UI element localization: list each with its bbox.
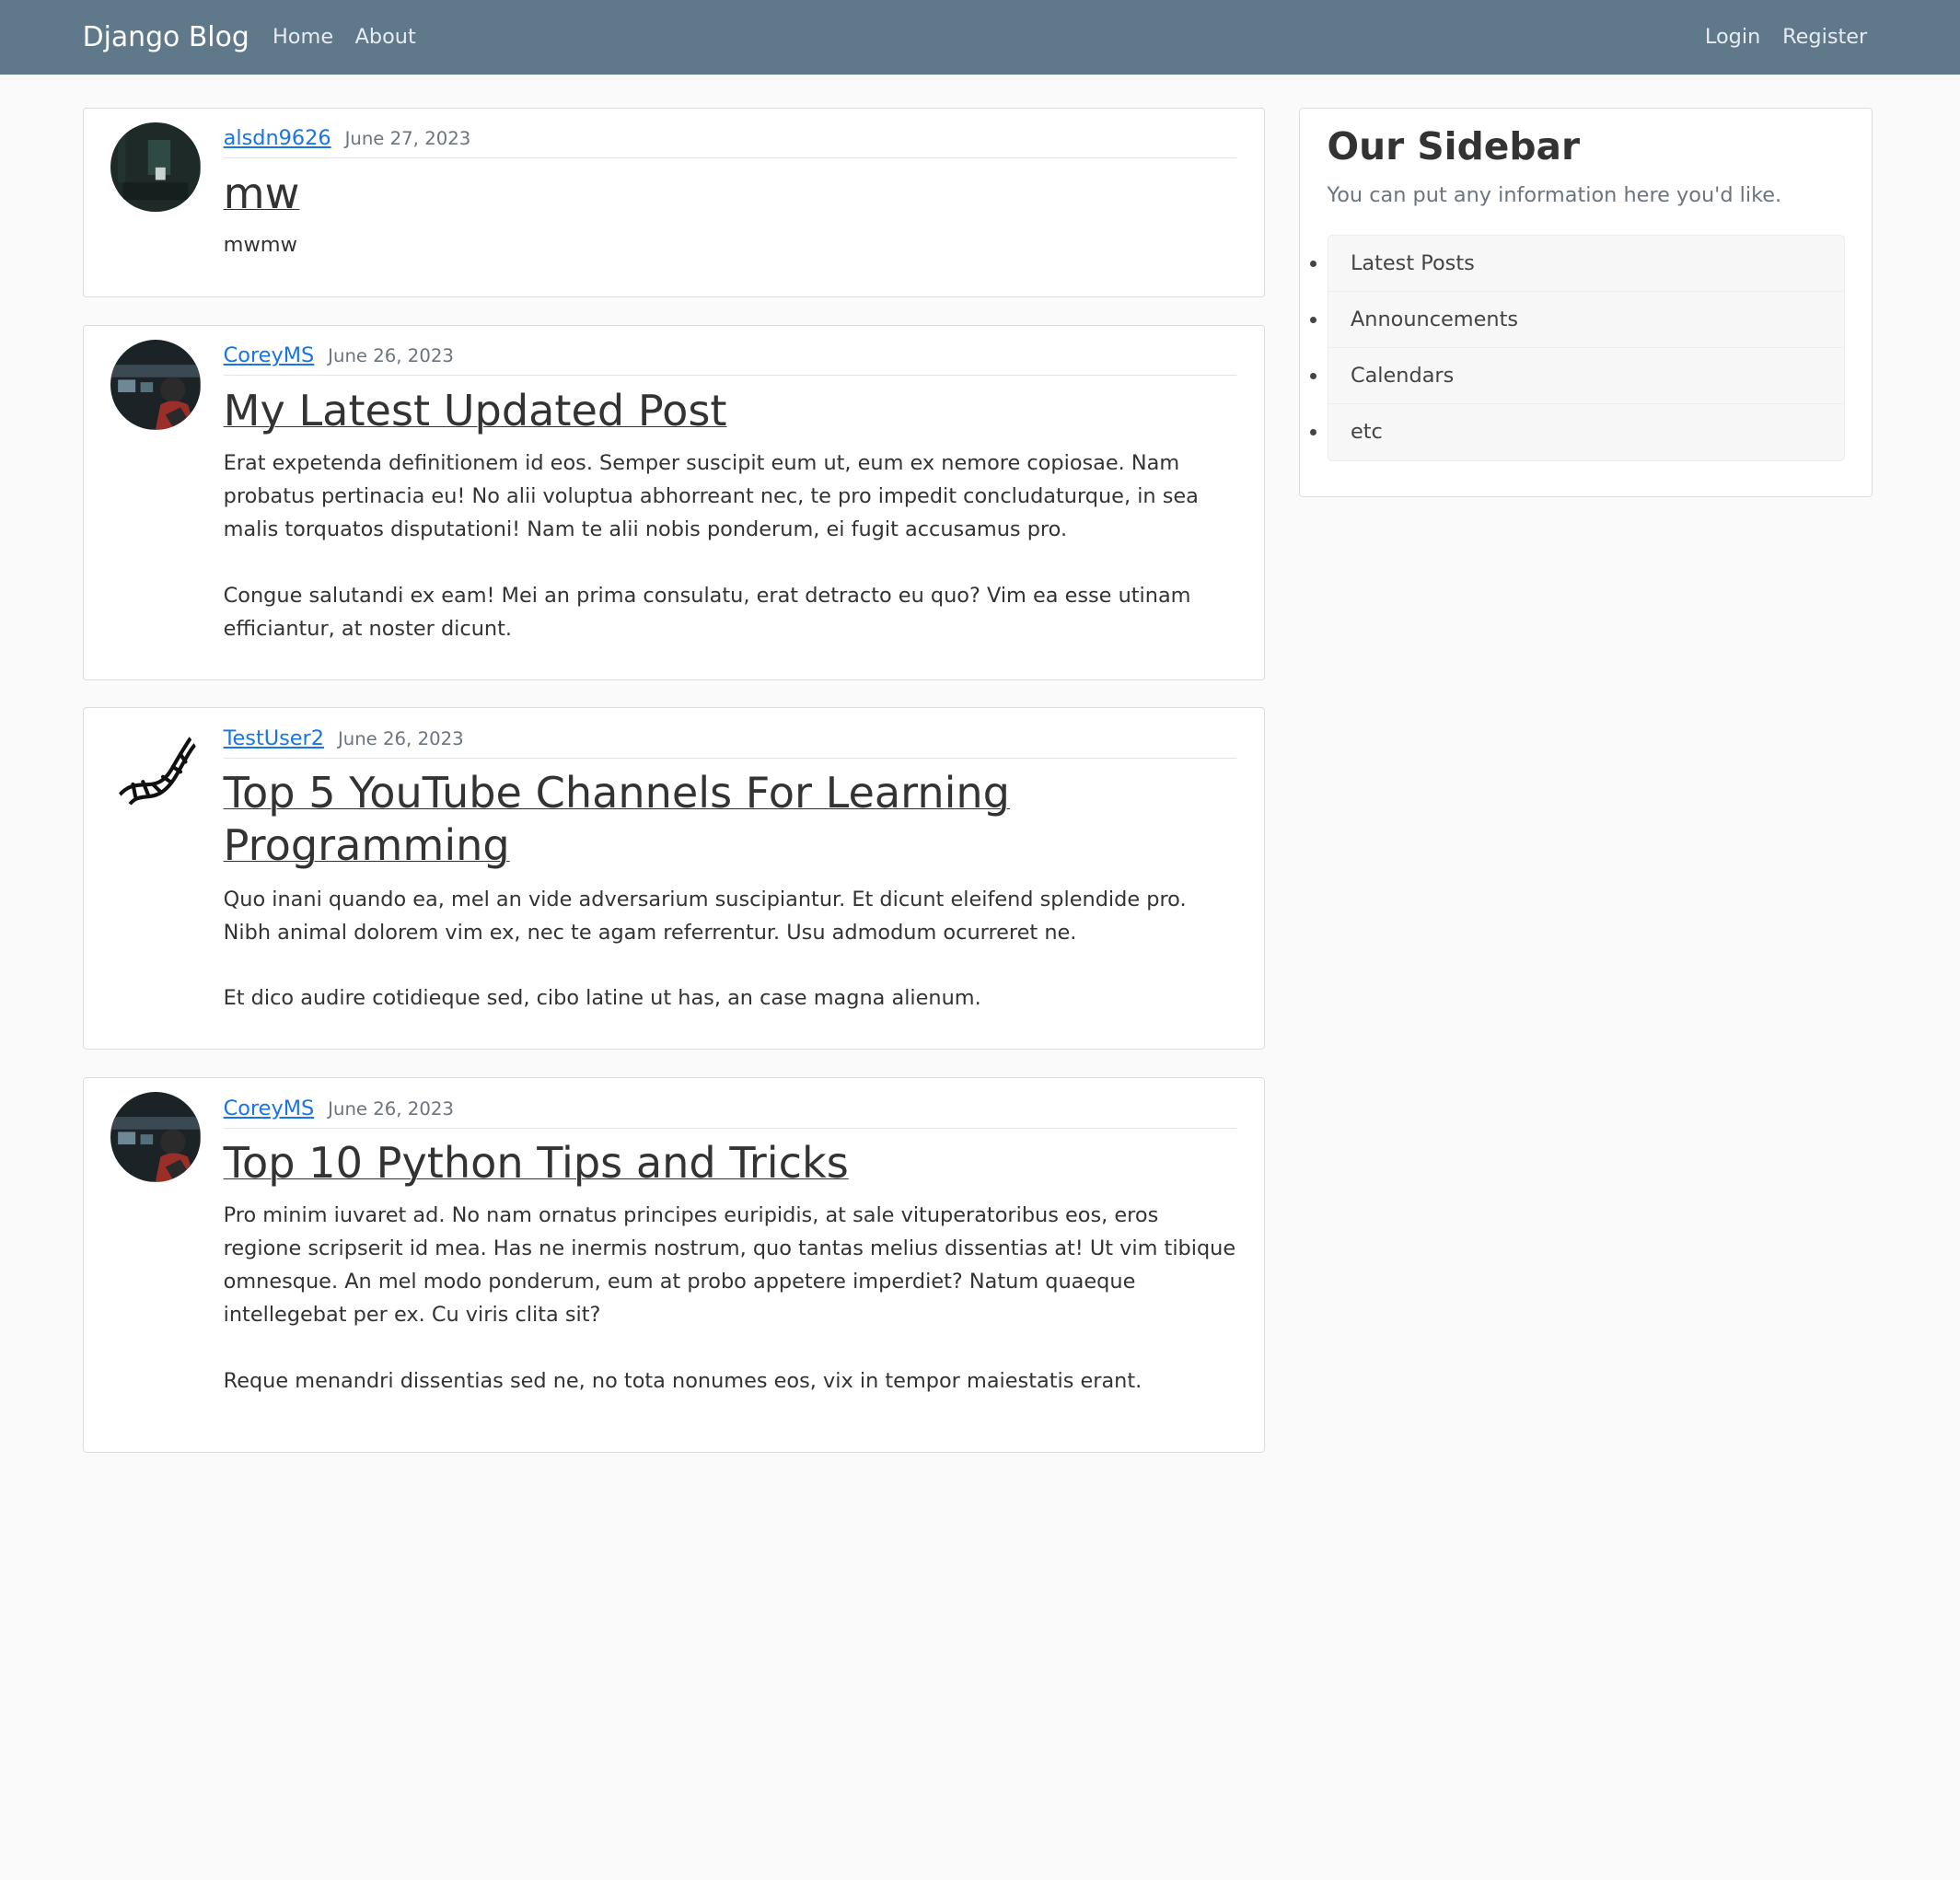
author-avatar[interactable] bbox=[110, 1092, 202, 1182]
author-link[interactable]: TestUser2 bbox=[224, 726, 324, 750]
nav-register-link[interactable]: Register bbox=[1782, 22, 1867, 52]
post-content: Pro minim iuvaret ad. No nam ornatus pri… bbox=[223, 1203, 1236, 1393]
top-navbar: Django Blog Home About Login Register bbox=[0, 0, 1960, 75]
avatar-photo bbox=[110, 339, 202, 430]
avatar-photo bbox=[110, 1092, 202, 1182]
author-link[interactable]: CoreyMS bbox=[224, 343, 315, 367]
post-content: Erat expetenda definitionem id eos. Semp… bbox=[223, 450, 1199, 641]
nav-about-link[interactable]: About bbox=[355, 22, 416, 52]
post-metadata: TestUser2 June 26, 2023 bbox=[223, 724, 1237, 759]
post-metadata: CoreyMS June 26, 2023 bbox=[223, 1094, 1237, 1129]
post-content: mwmw bbox=[223, 233, 297, 258]
sidebar: Our Sidebar You can put any information … bbox=[1298, 107, 1873, 498]
sidebar-item-etc[interactable]: etc bbox=[1328, 404, 1844, 460]
post-title-link[interactable]: Top 10 Python Tips and Tricks bbox=[224, 1137, 1236, 1190]
author-link[interactable]: CoreyMS bbox=[224, 1097, 315, 1120]
author-link[interactable]: alsdn9626 bbox=[224, 126, 331, 150]
post-title-link[interactable]: Top 5 YouTube Channels For Learning Prog… bbox=[224, 767, 1236, 872]
sidebar-title: Our Sidebar bbox=[1327, 124, 1581, 169]
post-title-link[interactable]: My Latest Updated Post bbox=[224, 385, 1236, 437]
dna-icon bbox=[116, 732, 198, 809]
post-content: Quo inani quando ea, mel an vide adversa… bbox=[223, 887, 1187, 1011]
author-avatar[interactable] bbox=[110, 722, 202, 813]
post-article: alsdn9626 June 27, 2023 mw mwmw bbox=[82, 107, 1265, 298]
post-date: June 26, 2023 bbox=[328, 345, 454, 367]
post-date: June 26, 2023 bbox=[337, 727, 464, 749]
nav-home-link[interactable]: Home bbox=[273, 22, 333, 52]
post-metadata: alsdn9626 June 27, 2023 bbox=[223, 123, 1237, 159]
brand-link[interactable]: Django Blog bbox=[83, 17, 249, 57]
post-article: TestUser2 June 26, 2023 Top 5 YouTube Cha… bbox=[82, 707, 1265, 1050]
author-avatar[interactable] bbox=[110, 122, 202, 213]
post-date: June 27, 2023 bbox=[344, 128, 471, 150]
sidebar-list: Latest Posts Announcements Calendars etc bbox=[1327, 234, 1845, 461]
post-article: CoreyMS June 26, 2023 My Latest Updated P… bbox=[82, 325, 1265, 680]
nav-login-link[interactable]: Login bbox=[1705, 22, 1760, 52]
sidebar-item-announcements[interactable]: Announcements bbox=[1328, 292, 1844, 349]
post-title-link[interactable]: mw bbox=[224, 168, 1236, 220]
sidebar-item-latest-posts[interactable]: Latest Posts bbox=[1328, 236, 1844, 292]
author-avatar[interactable] bbox=[110, 339, 202, 430]
avatar-photo bbox=[110, 122, 202, 213]
post-date: June 26, 2023 bbox=[328, 1097, 454, 1120]
post-metadata: CoreyMS June 26, 2023 bbox=[223, 341, 1237, 377]
post-article: CoreyMS June 26, 2023 Top 10 Python Tips … bbox=[82, 1077, 1265, 1453]
sidebar-description: You can put any information here you'd l… bbox=[1327, 183, 1782, 208]
sidebar-item-calendars[interactable]: Calendars bbox=[1328, 348, 1844, 405]
